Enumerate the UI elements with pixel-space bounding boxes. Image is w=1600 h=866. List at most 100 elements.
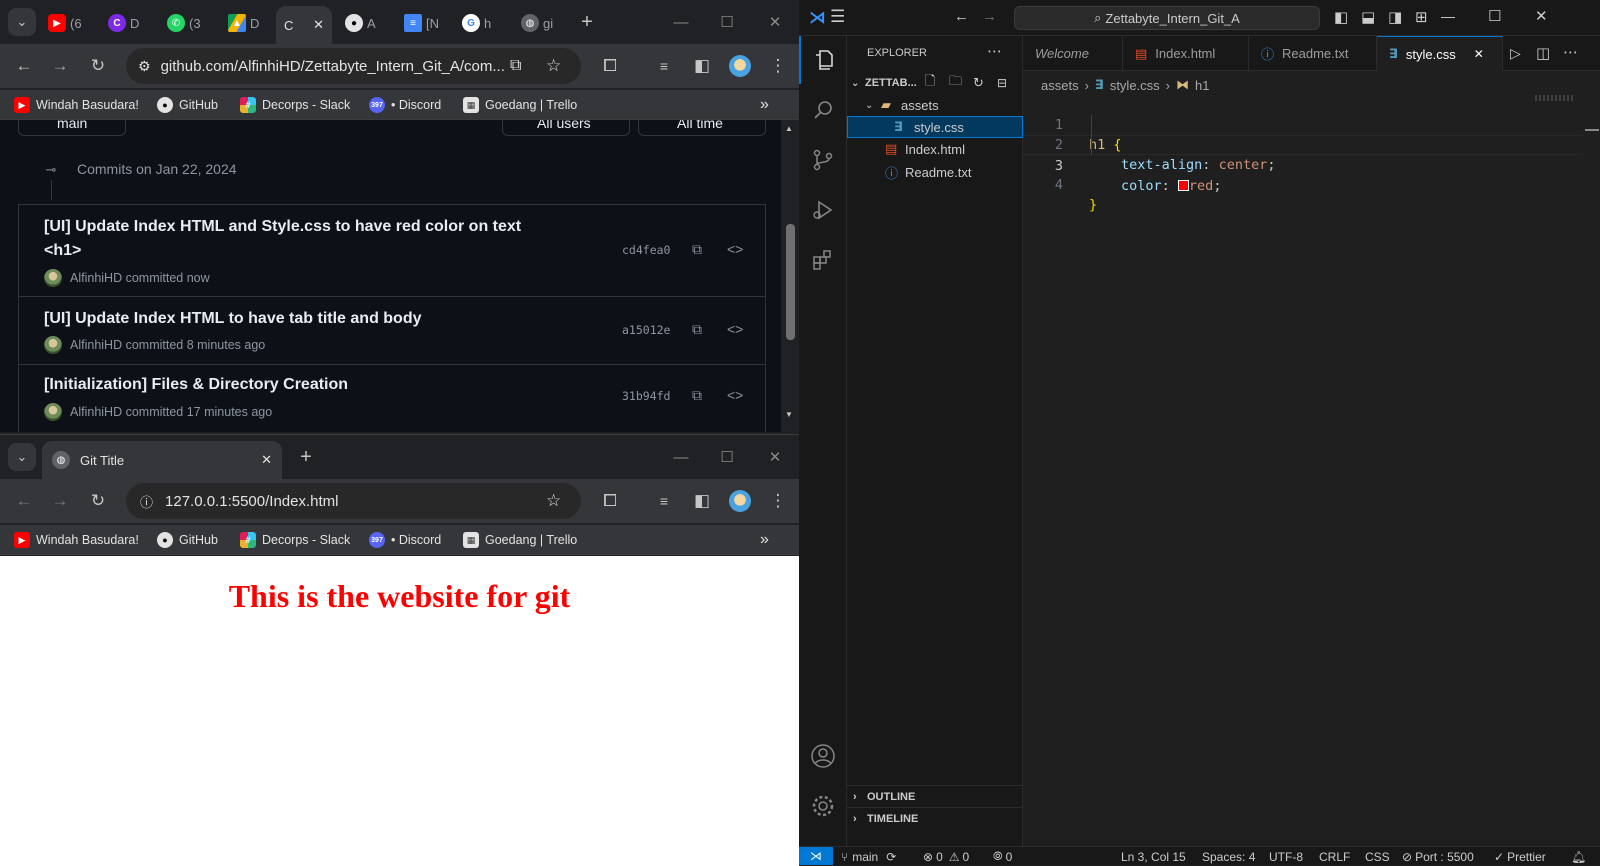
bookmark-windah[interactable]: ▶ Windah Basudara! bbox=[14, 95, 139, 115]
new-file-icon[interactable]: 🗋 bbox=[925, 72, 935, 94]
close-window-button[interactable]: ✕ bbox=[752, 435, 798, 479]
editor-more-icon[interactable]: ⋯ bbox=[1563, 43, 1578, 61]
tab-style-css[interactable]: ∃ style.css ✕ bbox=[1377, 36, 1503, 71]
close-tab-icon[interactable]: ✕ bbox=[313, 17, 324, 33]
scroll-down-arrow-icon[interactable]: ▼ bbox=[785, 410, 793, 419]
more-bookmarks-icon[interactable]: » bbox=[760, 95, 769, 115]
commit-sha[interactable]: a15012e bbox=[622, 323, 670, 337]
browser-tab[interactable]: Gh bbox=[462, 10, 502, 36]
bookmark-github[interactable]: ● GitHub bbox=[157, 95, 218, 115]
install-app-icon[interactable]: ⧉ bbox=[510, 57, 521, 75]
tree-file-readme[interactable]: ⓘ Readme.txt bbox=[847, 161, 1023, 183]
tab-search-button[interactable]: ⌄ bbox=[8, 8, 36, 36]
bookmark-star-icon[interactable]: ☆ bbox=[546, 56, 561, 76]
toggle-secondary-sidebar-icon[interactable]: ◨ bbox=[1388, 8, 1402, 26]
commit-title[interactable]: [Initialization] Files & Directory Creat… bbox=[44, 373, 348, 397]
tree-folder-assets[interactable]: ⌄ ▰ assets bbox=[847, 94, 1023, 116]
nav-back-icon[interactable]: ← bbox=[954, 8, 969, 25]
forward-arrow-icon[interactable]: → bbox=[46, 52, 74, 80]
bookmark-trello[interactable]: ▦ Goedang | Trello bbox=[463, 530, 577, 550]
eol-status[interactable]: CRLF bbox=[1319, 848, 1350, 865]
live-server-port[interactable]: ⊘ Port : 5500 bbox=[1402, 848, 1474, 865]
more-actions-icon[interactable]: ⋯ bbox=[987, 42, 1002, 60]
new-tab-button[interactable]: + bbox=[292, 443, 320, 471]
forward-arrow-icon[interactable]: → bbox=[46, 487, 74, 515]
command-center-search[interactable]: ⌕ Zettabyte_Intern_Git_A bbox=[1014, 6, 1320, 30]
remote-indicator[interactable]: ⋊ bbox=[799, 847, 833, 865]
commit-row[interactable]: [Initialization] Files & Directory Creat… bbox=[19, 365, 765, 432]
source-control-icon[interactable] bbox=[799, 136, 847, 184]
side-panel-icon[interactable]: ◧ bbox=[688, 487, 716, 515]
maximize-button[interactable]: ☐ bbox=[1488, 7, 1501, 25]
address-bar[interactable]: ⚙ github.com/AlfinhiHD/Zettabyte_Intern_… bbox=[126, 48, 581, 84]
bookmark-discord[interactable]: 397 • Discord bbox=[369, 530, 441, 550]
bookmark-discord[interactable]: 397 • Discord bbox=[369, 95, 441, 115]
users-filter-button[interactable]: All users bbox=[502, 120, 630, 136]
more-bookmarks-icon[interactable]: » bbox=[760, 530, 769, 550]
avatar[interactable] bbox=[44, 269, 62, 287]
run-icon[interactable]: ▷ bbox=[1510, 45, 1521, 62]
browser-tab[interactable]: ▲ D bbox=[228, 10, 268, 36]
problems-status[interactable]: ⊗ 0 ⚠ 0 bbox=[923, 848, 969, 865]
customize-layout-icon[interactable]: ⊞ bbox=[1415, 8, 1428, 26]
browser-tab[interactable]: ▶ (6 bbox=[48, 10, 94, 36]
back-arrow-icon[interactable]: ← bbox=[10, 52, 38, 80]
close-window-button[interactable]: ✕ bbox=[752, 0, 798, 44]
copy-icon[interactable]: ⧉ bbox=[692, 241, 702, 258]
bookmark-slack[interactable]: # Decorps - Slack bbox=[240, 95, 350, 115]
maximize-button[interactable]: ☐ bbox=[704, 0, 750, 44]
time-filter-button[interactable]: All time bbox=[638, 120, 766, 136]
reload-icon[interactable]: ↻ bbox=[84, 52, 112, 80]
site-info-icon[interactable]: ⚙ bbox=[138, 58, 151, 75]
bookmark-windah[interactable]: ▶ Windah Basudara! bbox=[14, 530, 139, 550]
run-debug-icon[interactable] bbox=[799, 186, 847, 234]
commit-sha[interactable]: 31b94fd bbox=[622, 389, 670, 403]
code-line[interactable]: 2 text-align: center; bbox=[1023, 115, 1583, 173]
code-line[interactable]: 4 } bbox=[1023, 155, 1583, 213]
tab-active[interactable]: C ✕ bbox=[276, 6, 332, 44]
tab-search-button[interactable]: ⌄ bbox=[8, 443, 36, 471]
tree-file-style-css[interactable]: ∃ style.css bbox=[847, 116, 1023, 138]
info-icon[interactable]: ⓘ bbox=[140, 492, 153, 511]
avatar[interactable] bbox=[44, 336, 62, 354]
accounts-icon[interactable] bbox=[799, 732, 847, 780]
side-panel-icon[interactable]: ◧ bbox=[688, 52, 716, 80]
language-mode[interactable]: CSS bbox=[1365, 848, 1390, 865]
cursor-position[interactable]: Ln 3, Col 15 bbox=[1121, 848, 1186, 865]
code-line-active[interactable]: 3 color: red; bbox=[1023, 135, 1583, 194]
outline-section[interactable]: › OUTLINE bbox=[847, 785, 1023, 807]
media-controls-icon[interactable]: ≡ bbox=[650, 487, 678, 515]
split-editor-icon[interactable]: ◫ bbox=[1536, 44, 1550, 62]
commit-row[interactable]: [UI] Update Index HTML to have tab title… bbox=[19, 297, 765, 365]
branch-status[interactable]: ⑂ main ⟳ bbox=[841, 848, 896, 865]
settings-gear-icon[interactable] bbox=[799, 782, 847, 830]
tab-active[interactable]: ◍ Git Title ✕ bbox=[42, 441, 282, 479]
browser-tab[interactable]: ≡ [N bbox=[404, 10, 444, 36]
extensions-icon[interactable]: ⧠ bbox=[596, 487, 624, 515]
tab-index-html[interactable]: ▤ Index.html bbox=[1123, 36, 1249, 71]
minimize-button[interactable]: — bbox=[1441, 8, 1455, 24]
ports-status[interactable]: ⦾ 0 bbox=[993, 848, 1012, 865]
new-tab-button[interactable]: + bbox=[573, 8, 601, 36]
tab-readme[interactable]: ⓘ Readme.txt bbox=[1249, 36, 1377, 71]
browser-tab[interactable]: ✆ (3 bbox=[167, 10, 209, 36]
close-window-button[interactable]: ✕ bbox=[1535, 7, 1548, 25]
menu-dots-icon[interactable]: ⋮ bbox=[764, 52, 792, 80]
prettier-status[interactable]: ✓ Prettier bbox=[1494, 848, 1546, 865]
color-swatch[interactable] bbox=[1177, 180, 1189, 191]
copy-icon[interactable]: ⧉ bbox=[692, 387, 702, 404]
minimize-button[interactable]: — bbox=[658, 435, 704, 479]
root-folder[interactable]: ⌄ ZETTAB... 🗋 🗀 ↻ ⊟ bbox=[847, 72, 1023, 94]
indentation-status[interactable]: Spaces: 4 bbox=[1202, 848, 1255, 865]
bookmark-star-icon[interactable]: ☆ bbox=[546, 491, 561, 511]
tree-file-index-html[interactable]: ▤ Index.html bbox=[847, 138, 1023, 160]
profile-avatar[interactable] bbox=[726, 52, 754, 80]
browser-tab[interactable]: ◍ gi bbox=[521, 10, 561, 36]
collapse-all-icon[interactable]: ⊟ bbox=[997, 76, 1007, 90]
tab-welcome[interactable]: Welcome bbox=[1023, 36, 1123, 71]
menu-dots-icon[interactable]: ⋮ bbox=[764, 487, 792, 515]
reload-icon[interactable]: ↻ bbox=[84, 487, 112, 515]
code-editor[interactable]: assets › ∃ style.css › ⧓ h1 1 h1 { 2 tex… bbox=[1023, 71, 1600, 846]
commit-title[interactable]: [UI] Update Index HTML to have tab title… bbox=[44, 307, 422, 331]
maximize-button[interactable]: ☐ bbox=[704, 435, 750, 479]
